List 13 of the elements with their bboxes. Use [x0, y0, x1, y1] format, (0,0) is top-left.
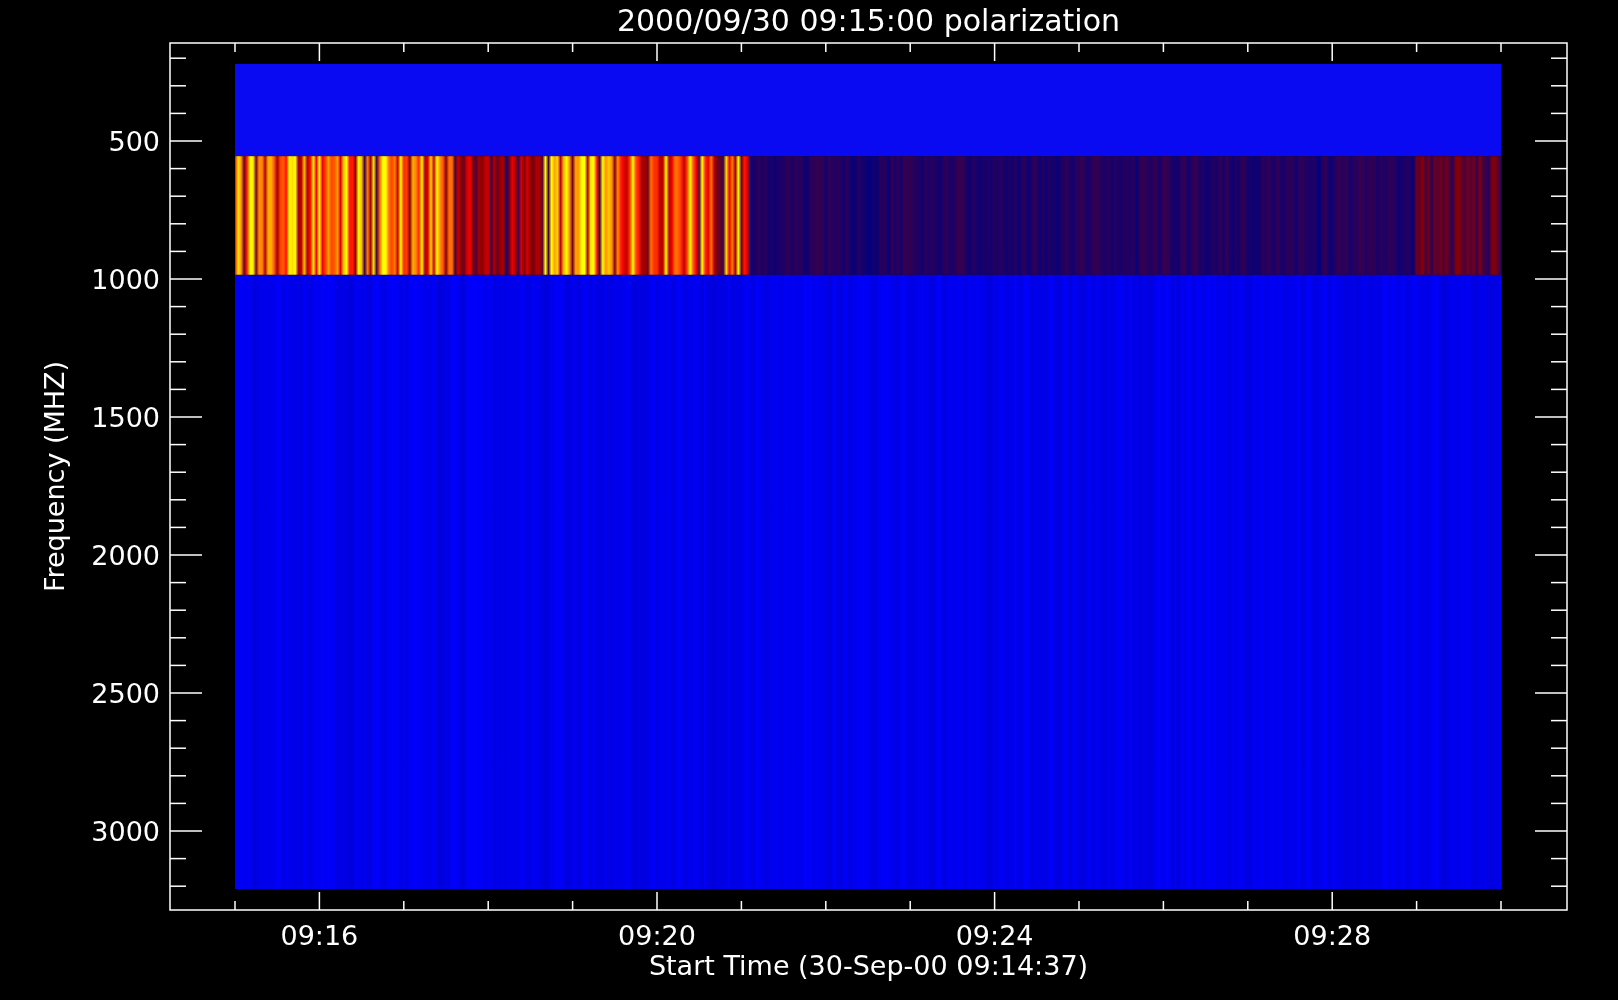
y-tick-label: 1500 [91, 402, 160, 433]
y-tick-label: 2500 [91, 678, 160, 709]
x-tick-label: 09:20 [618, 920, 696, 951]
y-tick-label: 500 [108, 126, 160, 157]
y-tick-label: 2000 [91, 540, 160, 571]
plot-title: 2000/09/30 09:15:00 polarization [616, 3, 1121, 38]
x-tick-label: 09:24 [955, 920, 1034, 951]
x-tick-label: 09:16 [280, 920, 359, 951]
y-axis-label: Frequency (MHZ) [39, 360, 70, 593]
y-tick-label: 1000 [91, 264, 160, 295]
x-tick-label: 09:28 [1293, 920, 1372, 951]
y-tick-label: 3000 [91, 816, 160, 847]
x-axis-label: Start Time (30-Sep-00 09:14:37) [648, 950, 1089, 981]
